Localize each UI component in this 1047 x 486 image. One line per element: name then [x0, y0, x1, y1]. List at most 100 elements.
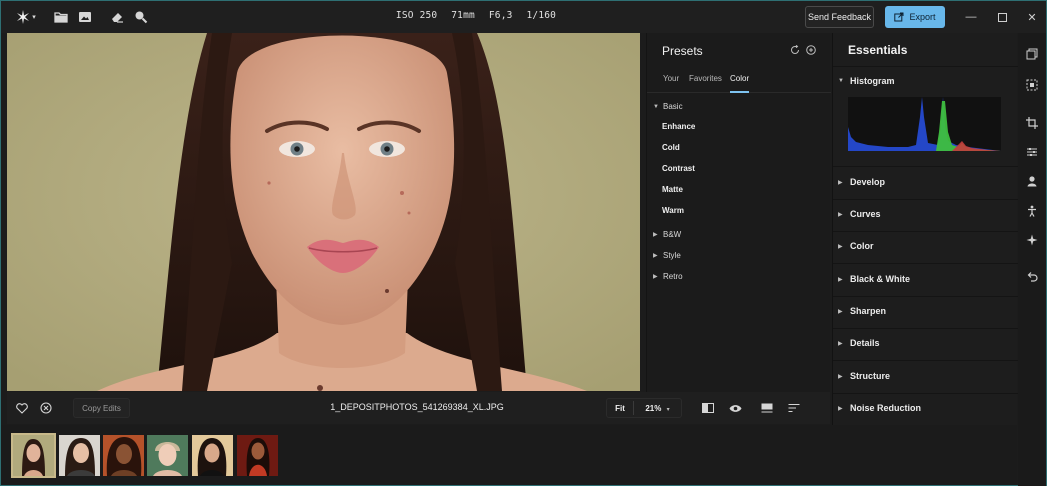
section-histogram-label: Histogram — [850, 76, 895, 86]
image-import-icon[interactable] — [75, 7, 95, 27]
section-sharpen[interactable]: ▶ Sharpen — [838, 306, 886, 316]
filmstrip — [1, 425, 1017, 485]
group-retro-label: Retro — [663, 272, 683, 281]
section-develop[interactable]: ▶ Develop — [838, 177, 885, 187]
thumbnail[interactable] — [103, 435, 144, 476]
caret-down-icon: ▼ — [653, 103, 659, 110]
thumbnail[interactable] — [59, 435, 100, 476]
active-tab-indicator — [730, 91, 749, 93]
zoom-fit-button[interactable]: Fit — [607, 404, 633, 413]
tab-your[interactable]: Your — [663, 74, 679, 83]
sort-icon[interactable] — [787, 401, 801, 415]
caret-right-icon: ▶ — [838, 211, 843, 218]
crop-icon[interactable] — [1025, 116, 1039, 130]
portrait-tool-icon[interactable] — [1025, 174, 1039, 188]
export-button[interactable]: Export — [885, 6, 945, 28]
histogram-graph — [848, 97, 1001, 151]
essentials-title: Essentials — [848, 43, 908, 57]
eraser-icon[interactable] — [107, 7, 127, 27]
portrait-image — [7, 33, 640, 391]
divider — [833, 296, 1018, 297]
app-window: ▾ ISO 250 71mm F6,3 1/160 Send Feedback … — [0, 0, 1047, 486]
section-details-label: Details — [850, 338, 880, 348]
divider — [833, 66, 1018, 67]
heart-icon[interactable] — [15, 401, 29, 415]
sparkle-ai-icon[interactable] — [1025, 233, 1039, 247]
group-basic-label: Basic — [663, 102, 683, 111]
thumbnail[interactable] — [237, 435, 278, 476]
photo-viewport[interactable] — [7, 33, 640, 391]
section-histogram[interactable]: ▼ Histogram — [838, 76, 895, 86]
caret-down-icon: ▼ — [838, 78, 844, 84]
tab-color[interactable]: Color — [730, 74, 749, 83]
reject-icon[interactable] — [39, 401, 53, 415]
thumbnail[interactable] — [11, 433, 56, 478]
eye-preview-icon[interactable] — [728, 401, 742, 415]
divider — [833, 263, 1018, 264]
section-noise-reduction-label: Noise Reduction — [850, 403, 922, 413]
section-noise-reduction[interactable]: ▶ Noise Reduction — [838, 403, 921, 413]
compare-split-icon[interactable] — [701, 401, 715, 415]
zoom-level-value: 21% — [645, 403, 662, 413]
thumbnail[interactable] — [192, 435, 233, 476]
section-color-label: Color — [850, 241, 874, 251]
section-structure-label: Structure — [850, 371, 891, 381]
export-label: Export — [909, 12, 936, 22]
zoom-control: Fit 21% ▾ — [606, 398, 682, 418]
caret-right-icon: ▶ — [838, 405, 843, 412]
body-tool-icon[interactable] — [1025, 204, 1039, 218]
section-black-white-label: Black & White — [850, 274, 911, 284]
caret-right-icon: ▶ — [838, 373, 843, 380]
minimize-icon[interactable]: — — [963, 9, 979, 25]
shutter-speed-value: 1/160 — [526, 10, 557, 21]
preset-tabs: Your Favorites Color — [647, 71, 831, 93]
tab-favorites[interactable]: Favorites — [689, 74, 722, 83]
divider — [833, 199, 1018, 200]
divider — [833, 231, 1018, 232]
caret-right-icon: ▶ — [838, 243, 843, 250]
group-retro[interactable]: ▶ Retro — [653, 272, 683, 281]
preset-enhance[interactable]: Enhance — [662, 122, 695, 131]
section-curves-label: Curves — [850, 209, 881, 219]
tool-strip — [1018, 33, 1046, 486]
section-details[interactable]: ▶ Details — [838, 338, 880, 348]
group-style-label: Style — [663, 251, 681, 260]
select-area-icon[interactable] — [1025, 78, 1039, 92]
export-icon — [894, 12, 904, 22]
maximize-icon[interactable] — [994, 9, 1010, 25]
section-curves[interactable]: ▶ Curves — [838, 209, 881, 219]
zoom-level-dropdown[interactable]: 21% ▾ — [634, 404, 681, 413]
aperture-value: F6,3 — [488, 10, 513, 21]
section-color[interactable]: ▶ Color — [838, 241, 874, 251]
reset-icon[interactable] — [789, 44, 801, 56]
adjustments-icon[interactable] — [1025, 145, 1039, 159]
send-feedback-button[interactable]: Send Feedback — [805, 6, 874, 28]
preset-matte[interactable]: Matte — [662, 185, 683, 194]
group-bw[interactable]: ▶ B&W — [653, 230, 681, 239]
caret-right-icon: ▶ — [838, 276, 843, 283]
copy-edits-button[interactable]: Copy Edits — [73, 398, 130, 418]
group-basic[interactable]: ▼ Basic — [653, 102, 683, 111]
preset-cold[interactable]: Cold — [662, 143, 680, 152]
close-icon[interactable]: ✕ — [1024, 9, 1040, 25]
divider — [833, 166, 1018, 167]
focal-length-value: 71mm — [451, 10, 475, 21]
presets-tool-icon[interactable] — [1025, 47, 1039, 61]
presets-title: Presets — [662, 44, 703, 58]
section-structure[interactable]: ▶ Structure — [838, 371, 890, 381]
filmstrip-toggle-icon[interactable] — [760, 401, 774, 415]
undo-history-icon[interactable] — [1025, 270, 1039, 284]
chevron-down-icon: ▾ — [666, 406, 670, 413]
section-black-white[interactable]: ▶ Black & White — [838, 274, 910, 284]
add-preset-icon[interactable] — [805, 44, 817, 56]
preset-contrast[interactable]: Contrast — [662, 164, 695, 173]
chevron-down-icon[interactable]: ▾ — [29, 7, 39, 27]
divider — [833, 360, 1018, 361]
folder-icon[interactable] — [51, 7, 71, 27]
preset-warm[interactable]: Warm — [662, 206, 684, 215]
group-style[interactable]: ▶ Style — [653, 251, 681, 260]
search-icon[interactable] — [131, 7, 151, 27]
group-bw-label: B&W — [663, 230, 682, 239]
file-name: 1_DEPOSITPHOTOS_541269384_XL.JPG — [330, 402, 504, 412]
thumbnail[interactable] — [147, 435, 188, 476]
